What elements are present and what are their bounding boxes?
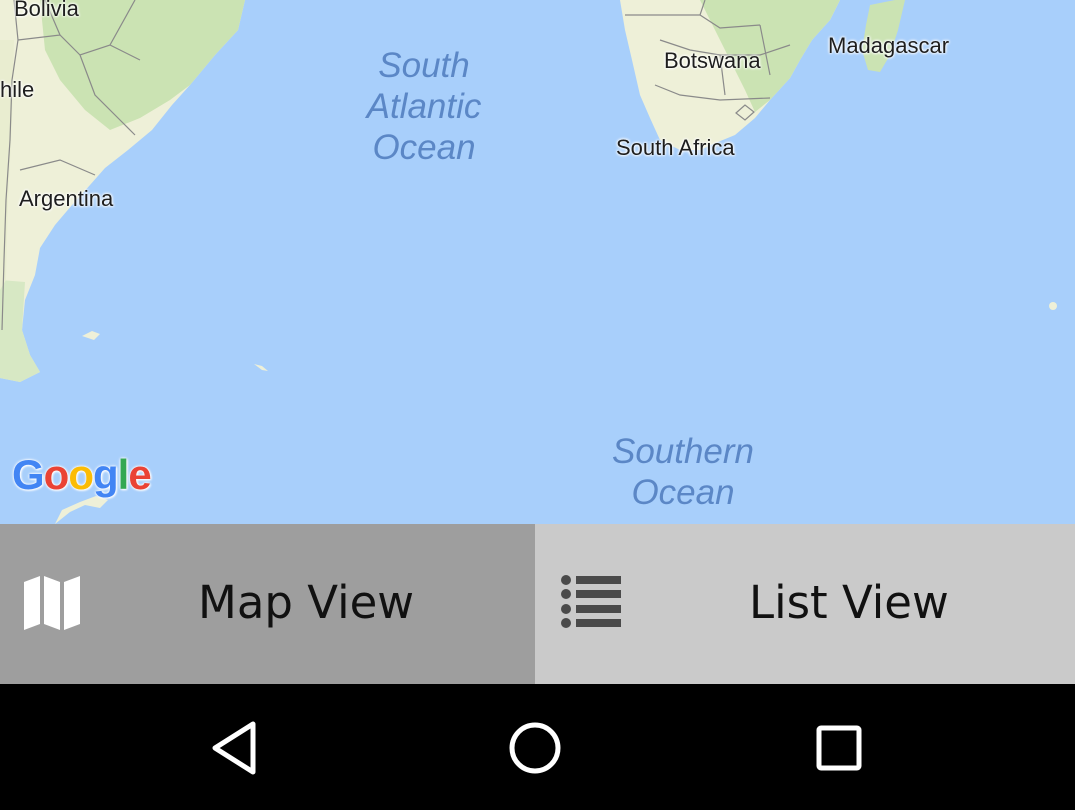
falkland-islands — [82, 331, 100, 340]
ocean-label-line: Atlantic — [366, 87, 482, 126]
south-america-forest-south — [0, 280, 40, 382]
map-land-layer — [0, 0, 1057, 524]
map-label-chile: hile — [0, 77, 35, 102]
ocean-label-line: Southern — [611, 432, 755, 471]
google-logo[interactable]: Google — [12, 451, 152, 499]
ocean-label-line: Ocean — [372, 128, 476, 167]
ocean-label-line: Ocean — [631, 473, 735, 512]
map-label-bolivia: Bolivia — [14, 0, 79, 21]
list-icon — [561, 575, 621, 628]
list-view-button[interactable]: List View — [535, 524, 1075, 684]
view-toggle-bar: Map View List View — [0, 524, 1075, 684]
google-logo-letter: G — [12, 451, 45, 498]
map-view-label: Map View — [198, 576, 415, 629]
map-area[interactable]: Bolivia hile Argentina Botswana South Af… — [0, 0, 1075, 524]
app-screen: Bolivia hile Argentina Botswana South Af… — [0, 0, 1075, 810]
google-logo-letter: g — [92, 451, 119, 498]
ocean-label-south-atlantic: South Atlantic Ocean — [344, 45, 504, 168]
antarctic-peninsula-tip — [55, 496, 108, 524]
map-label-south-africa: South Africa — [616, 135, 735, 160]
map-view-button[interactable]: Map View — [0, 524, 535, 684]
map-label-argentina: Argentina — [19, 186, 114, 211]
google-logo-letter: e — [128, 451, 151, 498]
ocean-label-line: South — [378, 46, 470, 85]
ocean-label-southern: Southern Ocean — [593, 431, 773, 513]
map-icon — [24, 576, 80, 630]
map-label-madagascar: Madagascar — [828, 33, 950, 58]
google-logo-letter: o — [43, 451, 70, 498]
google-logo-letter: l — [117, 451, 130, 498]
south-georgia — [254, 364, 268, 371]
small-island — [1049, 302, 1057, 310]
recents-square-icon[interactable] — [809, 718, 869, 778]
map-label-botswana: Botswana — [664, 48, 761, 73]
back-triangle-icon[interactable] — [205, 718, 265, 778]
list-view-label: List View — [749, 576, 949, 629]
home-circle-icon[interactable] — [505, 718, 565, 778]
system-navigation-bar — [0, 684, 1075, 810]
google-logo-letter: o — [68, 451, 94, 498]
